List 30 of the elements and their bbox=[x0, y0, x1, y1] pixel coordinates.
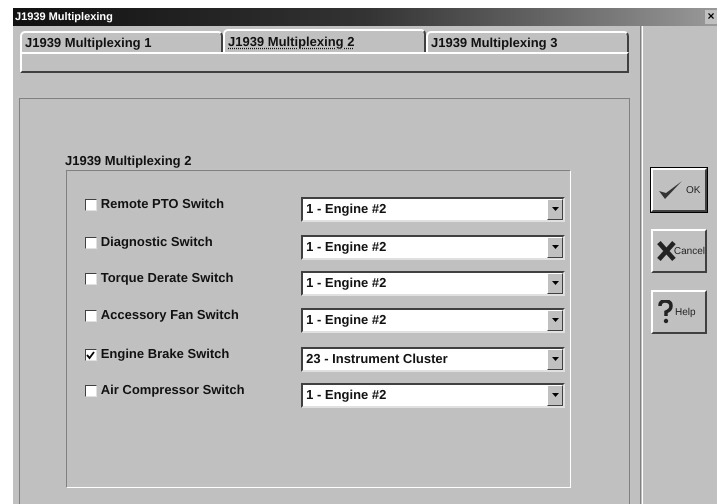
cancel-button[interactable]: Cancel bbox=[651, 229, 707, 273]
checkbox[interactable] bbox=[85, 199, 97, 211]
checkbox-label: Accessory Fan Switch bbox=[100, 306, 240, 324]
dropdown[interactable]: 1 - Engine #2 bbox=[301, 308, 565, 332]
dropdown[interactable]: 1 - Engine #2 bbox=[301, 196, 565, 222]
dropdown[interactable]: 1 - Engine #2 bbox=[301, 234, 565, 260]
checkbox-label: Diagnostic Switch bbox=[100, 233, 214, 252]
checkbox-label: Engine Brake Switch bbox=[100, 345, 230, 364]
checkbox-label: Air Compressor Switch bbox=[100, 381, 246, 400]
dropdown[interactable]: 1 - Engine #2 bbox=[301, 270, 565, 296]
close-button[interactable]: × bbox=[705, 10, 717, 24]
checkbox[interactable] bbox=[85, 385, 97, 397]
checkmark-icon bbox=[657, 179, 683, 201]
question-mark-icon bbox=[657, 300, 673, 324]
group-title: J1939 Multiplexing 2 bbox=[65, 152, 192, 170]
tab[interactable]: J1939 Multiplexing 2 bbox=[223, 29, 426, 52]
checkbox-label: Remote PTO Switch bbox=[100, 195, 226, 214]
checkbox-label: Torque Derate Switch bbox=[100, 269, 234, 288]
checkbox[interactable] bbox=[85, 273, 97, 285]
checkbox[interactable] bbox=[85, 349, 97, 361]
dropdown[interactable]: 1 - Engine #2 bbox=[301, 382, 565, 408]
x-icon bbox=[657, 240, 676, 262]
checkbox[interactable] bbox=[85, 237, 97, 249]
tab[interactable]: J1939 Multiplexing 3 bbox=[426, 31, 629, 52]
window-title: J1939 Multiplexing bbox=[15, 10, 113, 25]
tab[interactable]: J1939 Multiplexing 1 bbox=[20, 31, 223, 52]
ok-button[interactable]: OK bbox=[651, 168, 707, 212]
checkbox[interactable] bbox=[85, 310, 97, 322]
dropdown[interactable]: 23 - Instrument Cluster bbox=[301, 346, 565, 372]
help-button[interactable]: Help bbox=[651, 290, 707, 334]
